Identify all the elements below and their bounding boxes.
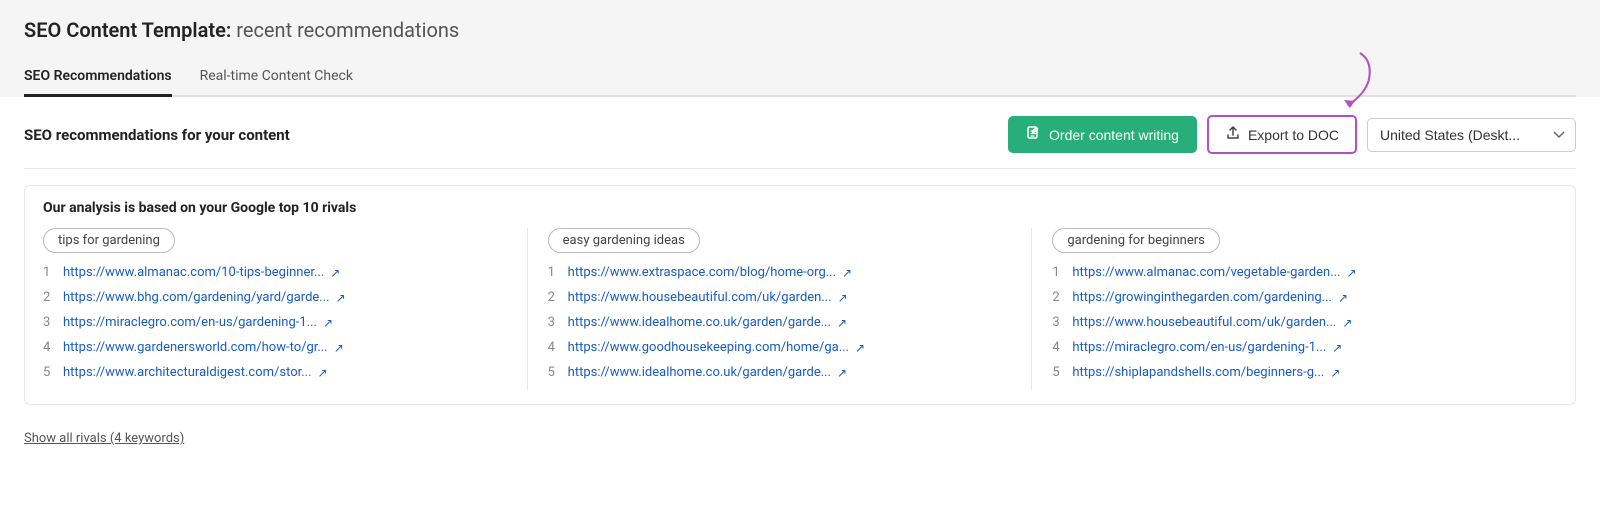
analysis-box: Our analysis is based on your Google top…: [24, 185, 1576, 405]
url-row: 5https://www.idealhome.co.uk/garden/gard…: [548, 365, 1012, 380]
rival-col-2: easy gardening ideas 1https://www.extras…: [548, 228, 1033, 390]
order-content-label: Order content writing: [1049, 127, 1179, 143]
external-link-icon: ↗: [330, 266, 340, 280]
country-device-dropdown[interactable]: United States (Deskt... United Kingdom (…: [1367, 118, 1576, 152]
external-link-icon: ↗: [336, 291, 346, 305]
url-link[interactable]: https://growinginthegarden.com/gardening…: [1072, 290, 1332, 305]
external-link-icon: ↗: [318, 366, 328, 380]
rival-col-1: tips for gardening 1https://www.almanac.…: [43, 228, 528, 390]
url-row: 3https://www.housebeautiful.com/uk/garde…: [1052, 315, 1537, 330]
external-link-icon: ↗: [842, 266, 852, 280]
url-link[interactable]: https://www.almanac.com/10-tips-beginner…: [63, 265, 324, 280]
toolbar-title: SEO recommendations for your content: [24, 126, 290, 144]
url-link[interactable]: https://www.almanac.com/vegetable-garden…: [1072, 265, 1340, 280]
page-title-strong: SEO Content Template:: [24, 18, 231, 42]
url-row: 5https://www.architecturaldigest.com/sto…: [43, 365, 507, 380]
tabs-nav: SEO Recommendations Real-time Content Ch…: [24, 58, 1576, 97]
url-row: 1https://www.almanac.com/10-tips-beginne…: [43, 265, 507, 280]
url-row: 4https://www.gardenersworld.com/how-to/g…: [43, 340, 507, 355]
page-wrapper: SEO Content Template: recent recommendat…: [0, 0, 1600, 505]
toolbar-row: SEO recommendations for your content: [24, 97, 1576, 169]
tab-realtime-content[interactable]: Real-time Content Check: [200, 58, 353, 97]
url-link[interactable]: https://shiplapandshells.com/beginners-g…: [1072, 365, 1324, 380]
external-link-icon: ↗: [1342, 316, 1352, 330]
url-link[interactable]: https://www.architecturaldigest.com/stor…: [63, 365, 312, 380]
external-link-icon: ↗: [1332, 341, 1342, 355]
url-link[interactable]: https://www.housebeautiful.com/uk/garden…: [1072, 315, 1336, 330]
url-row: 2https://www.bhg.com/gardening/yard/gard…: [43, 290, 507, 305]
toolbar-actions: Order content writing Export to DOC Unit…: [1008, 115, 1576, 154]
content-area: SEO recommendations for your content: [0, 97, 1600, 450]
url-list-2: 1https://www.extraspace.com/blog/home-or…: [548, 265, 1012, 380]
external-link-icon: ↗: [323, 316, 333, 330]
external-link-icon: ↗: [838, 291, 848, 305]
page-title-subtitle: recent recommendations: [236, 18, 459, 42]
order-content-writing-button[interactable]: Order content writing: [1008, 116, 1197, 153]
url-row: 5https://shiplapandshells.com/beginners-…: [1052, 365, 1537, 380]
tab-seo-recommendations[interactable]: SEO Recommendations: [24, 58, 172, 97]
url-row: 2https://www.housebeautiful.com/uk/garde…: [548, 290, 1012, 305]
external-link-icon: ↗: [855, 341, 865, 355]
url-list-3: 1https://www.almanac.com/vegetable-garde…: [1052, 265, 1537, 380]
keyword-badge-1: tips for gardening: [43, 228, 175, 253]
url-row: 4https://www.goodhousekeeping.com/home/g…: [548, 340, 1012, 355]
external-link-icon: ↗: [334, 341, 344, 355]
external-link-icon: ↗: [837, 366, 847, 380]
url-row: 3https://www.idealhome.co.uk/garden/gard…: [548, 315, 1012, 330]
url-link[interactable]: https://www.gardenersworld.com/how-to/gr…: [63, 340, 328, 355]
url-link[interactable]: https://www.goodhousekeeping.com/home/ga…: [568, 340, 849, 355]
export-doc-label: Export to DOC: [1248, 127, 1339, 143]
url-link[interactable]: https://miraclegro.com/en-us/gardening-1…: [1072, 340, 1326, 355]
url-row: 3https://miraclegro.com/en-us/gardening-…: [43, 315, 507, 330]
show-all-rivals-link[interactable]: Show all rivals (4 keywords): [24, 427, 184, 450]
top-header: SEO Content Template: recent recommendat…: [0, 0, 1600, 97]
edit-icon: [1026, 125, 1042, 144]
keyword-badge-3: gardening for beginners: [1052, 228, 1220, 253]
url-list-1: 1https://www.almanac.com/10-tips-beginne…: [43, 265, 507, 380]
page-title: SEO Content Template: recent recommendat…: [24, 18, 1576, 42]
external-link-icon: ↗: [1347, 266, 1357, 280]
url-link[interactable]: https://www.idealhome.co.uk/garden/garde…: [568, 365, 831, 380]
url-row: 2https://growinginthegarden.com/gardenin…: [1052, 290, 1537, 305]
rivals-grid: tips for gardening 1https://www.almanac.…: [43, 228, 1557, 390]
url-row: 4https://miraclegro.com/en-us/gardening-…: [1052, 340, 1537, 355]
export-to-doc-button[interactable]: Export to DOC: [1207, 115, 1357, 154]
url-link[interactable]: https://www.bhg.com/gardening/yard/garde…: [63, 290, 330, 305]
external-link-icon: ↗: [837, 316, 847, 330]
rival-col-3: gardening for beginners 1https://www.alm…: [1052, 228, 1557, 390]
url-row: 1https://www.almanac.com/vegetable-garde…: [1052, 265, 1537, 280]
url-link[interactable]: https://www.idealhome.co.uk/garden/garde…: [568, 315, 831, 330]
upload-icon: [1225, 125, 1241, 144]
url-link[interactable]: https://www.extraspace.com/blog/home-org…: [568, 265, 836, 280]
analysis-heading: Our analysis is based on your Google top…: [43, 200, 1557, 216]
url-link[interactable]: https://www.housebeautiful.com/uk/garden…: [568, 290, 832, 305]
external-link-icon: ↗: [1330, 366, 1340, 380]
external-link-icon: ↗: [1338, 291, 1348, 305]
keyword-badge-2: easy gardening ideas: [548, 228, 700, 253]
url-row: 1https://www.extraspace.com/blog/home-or…: [548, 265, 1012, 280]
url-link[interactable]: https://miraclegro.com/en-us/gardening-1…: [63, 315, 317, 330]
